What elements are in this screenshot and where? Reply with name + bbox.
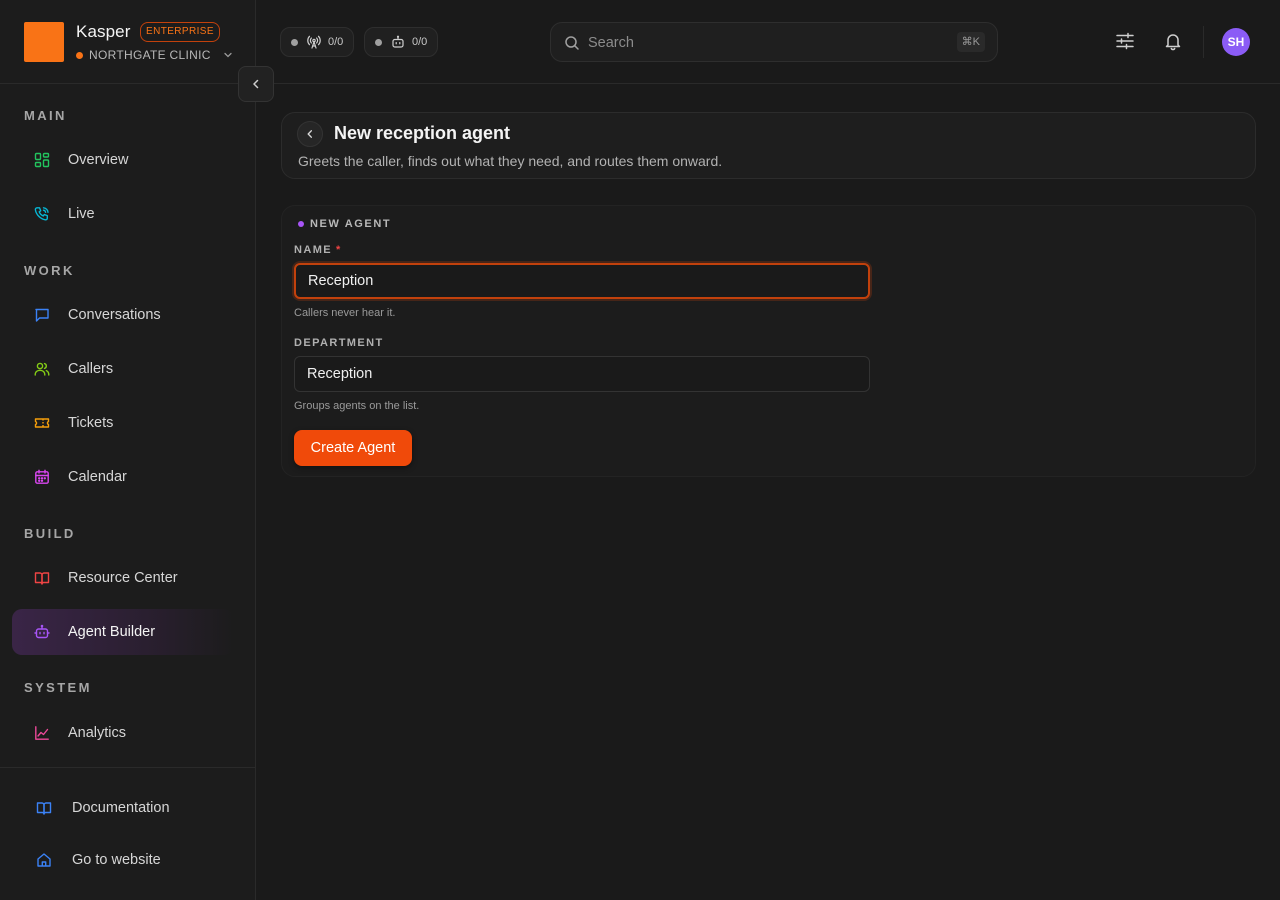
required-marker: * (336, 244, 342, 256)
sidebar-item-overview[interactable]: Overview (12, 137, 234, 183)
book-open-icon (36, 800, 52, 816)
sidebar-link-label: Go to website (72, 852, 161, 868)
sidebar-item-agent-builder[interactable]: Agent Builder (12, 609, 234, 655)
sidebar-divider (0, 767, 256, 768)
page-title: New reception agent (334, 123, 511, 143)
section-title-system: SYSTEM (24, 680, 92, 695)
section-title-build: BUILD (24, 526, 76, 541)
bell-icon[interactable] (1163, 31, 1183, 51)
sidebar: Kasper ENTERPRISE NORTHGATE CLINIC MAIN … (0, 0, 256, 900)
ticket-icon (34, 415, 50, 431)
bot-count: 0/0 (412, 36, 428, 48)
phone-call-icon (34, 206, 50, 222)
name-label: NAME * (294, 244, 342, 256)
section-title-work: WORK (24, 263, 75, 278)
back-button[interactable] (297, 121, 323, 147)
sidebar-item-label: Conversations (68, 307, 161, 323)
sidebar-divider (0, 83, 256, 84)
sidebar-item-label: Resource Center (68, 570, 178, 586)
name-label-text: NAME (294, 244, 332, 256)
bot-icon (34, 624, 50, 640)
sidebar-link-documentation[interactable]: Documentation (36, 800, 170, 816)
avatar[interactable]: SH (1222, 28, 1250, 56)
brand-name: Kasper (76, 22, 131, 41)
sidebar-link-label: Documentation (72, 800, 170, 816)
name-input[interactable] (294, 263, 870, 299)
chevron-left-icon (305, 129, 315, 139)
name-help: Callers never hear it. (294, 307, 396, 319)
topbar-separator (1203, 26, 1204, 58)
sidebar-item-conversations[interactable]: Conversations (12, 292, 234, 338)
sidebar-item-live[interactable]: Live (12, 191, 234, 237)
sidebar-item-label: Agent Builder (68, 624, 156, 640)
org-switcher[interactable]: NORTHGATE CLINIC (76, 48, 233, 62)
sidebar-item-label: Tickets (68, 415, 114, 431)
search-placeholder: Search (588, 35, 634, 51)
bot-status[interactable]: 0/0 (364, 27, 439, 57)
sidebar-item-analytics[interactable]: Analytics (12, 710, 234, 756)
sidebar-item-label: Analytics (68, 725, 127, 741)
org-status-dot (76, 51, 83, 59)
dashboard-icon (34, 152, 50, 168)
broadcast-count: 0/0 (328, 36, 344, 48)
department-label: DEPARTMENT (294, 337, 384, 349)
bot-icon (391, 35, 405, 49)
topbar-divider (256, 83, 1280, 84)
page-header: New reception agent Greets the caller, f… (281, 112, 1256, 179)
chat-bubble-icon (34, 307, 50, 323)
tag-dot (298, 221, 304, 227)
status-dot (375, 38, 382, 46)
form-tag-label: NEW AGENT (310, 218, 392, 230)
sidebar-item-callers[interactable]: Callers (12, 346, 234, 392)
search-bar[interactable]: Search ⌘K (550, 22, 998, 62)
sidebar-item-tickets[interactable]: Tickets (12, 400, 234, 446)
sidebar-item-label: Overview (68, 152, 129, 168)
new-agent-form: NEW AGENT NAME * Callers never hear it. D… (281, 205, 1256, 477)
sidebar-item-resource-center[interactable]: Resource Center (12, 555, 234, 601)
sidebar-link-website[interactable]: Go to website (36, 852, 161, 868)
brand: Kasper ENTERPRISE NORTHGATE CLINIC (24, 22, 244, 62)
department-input[interactable] (294, 356, 870, 392)
sidebar-item-calendar[interactable]: Calendar (12, 454, 234, 500)
sidebar-item-label: Live (68, 206, 95, 222)
broadcast-icon (307, 35, 321, 49)
home-icon (36, 852, 52, 868)
chevron-down-icon (223, 50, 233, 60)
brand-logo (24, 22, 64, 62)
page-subtitle: Greets the caller, finds out what they n… (298, 153, 723, 169)
status-dot (291, 38, 298, 46)
line-chart-icon (34, 725, 50, 741)
create-agent-button[interactable]: Create Agent (294, 430, 412, 466)
users-icon (34, 361, 50, 377)
org-name: NORTHGATE CLINIC (89, 48, 211, 62)
sliders-icon[interactable] (1115, 31, 1135, 51)
department-help: Groups agents on the list. (294, 400, 420, 412)
broadcast-status[interactable]: 0/0 (280, 27, 355, 57)
chevron-left-icon (250, 78, 262, 90)
sidebar-item-label: Calendar (68, 469, 127, 485)
calendar-icon (34, 469, 50, 485)
search-shortcut: ⌘K (956, 32, 985, 52)
search-icon (564, 35, 580, 51)
sidebar-item-label: Callers (68, 361, 114, 377)
section-title-main: MAIN (24, 108, 67, 123)
plan-badge: ENTERPRISE (140, 22, 220, 42)
collapse-sidebar-button[interactable] (238, 66, 274, 102)
book-open-icon (34, 570, 50, 586)
form-tag: NEW AGENT (298, 218, 391, 230)
